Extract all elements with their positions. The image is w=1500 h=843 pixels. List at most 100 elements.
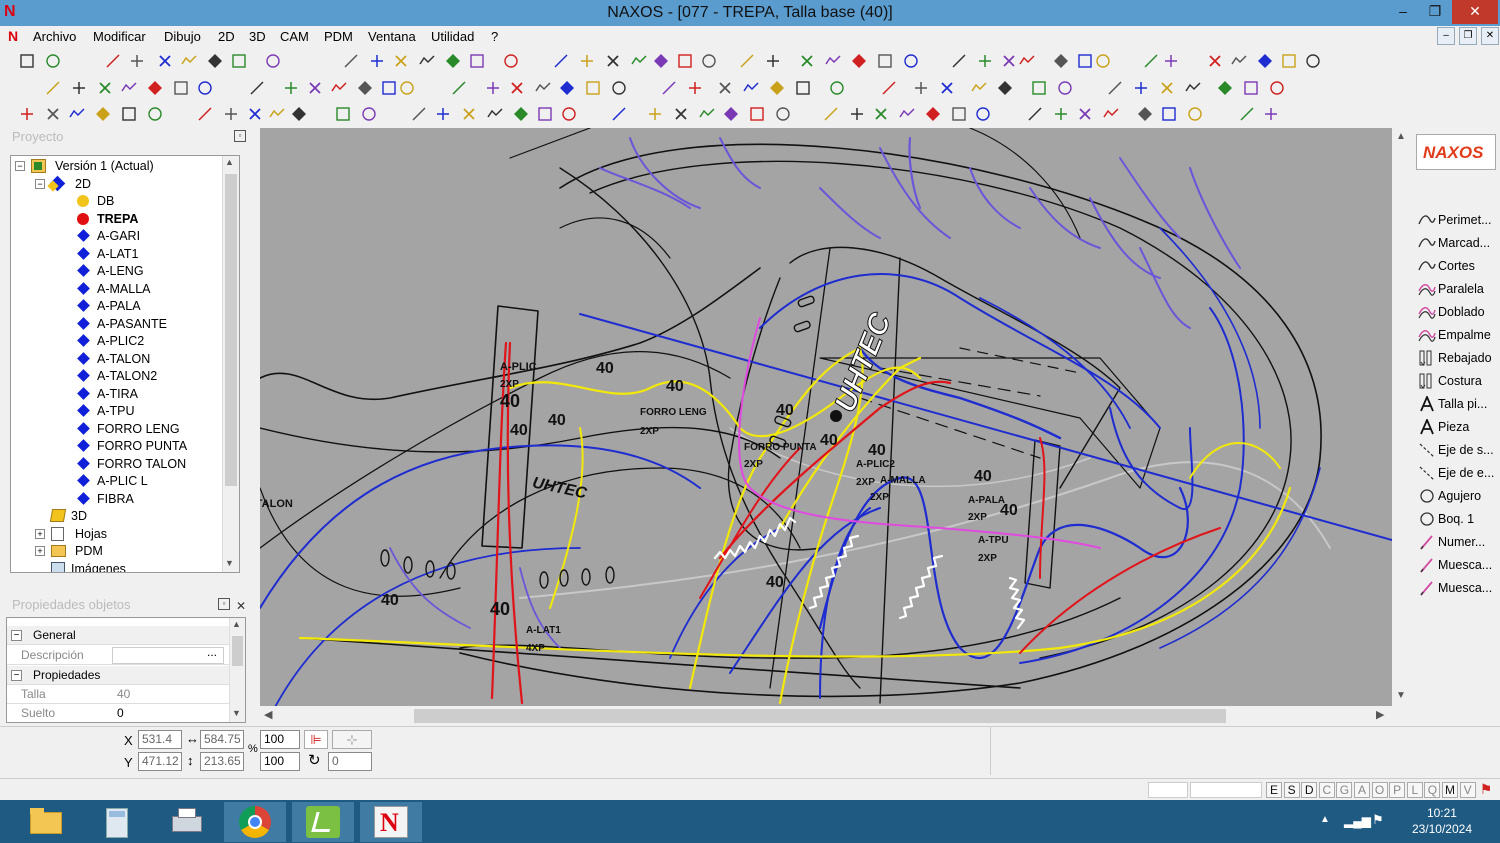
tool-button[interactable] xyxy=(798,52,816,70)
status-toggle-q[interactable]: Q xyxy=(1424,782,1441,798)
menu-modificar[interactable]: Modificar xyxy=(93,29,146,44)
tool-button[interactable] xyxy=(586,105,604,123)
tool-button[interactable] xyxy=(290,52,308,70)
tool-button[interactable] xyxy=(898,105,916,123)
tool-button[interactable] xyxy=(196,105,214,123)
collapse-icon[interactable]: − xyxy=(11,670,22,681)
green-app-icon[interactable] xyxy=(292,802,354,842)
tool-button[interactable] xyxy=(1212,105,1230,123)
tree-scrollbar[interactable]: ▲ ▼ xyxy=(222,156,239,572)
tool-button[interactable] xyxy=(418,52,436,70)
tool-button[interactable] xyxy=(1026,105,1044,123)
tool-button[interactable] xyxy=(774,105,792,123)
collapse-icon[interactable]: − xyxy=(11,630,22,641)
tool-button[interactable] xyxy=(768,79,786,97)
property-row-descripcion[interactable]: Descripción ... xyxy=(7,645,229,665)
tool-cortes-button[interactable]: Cortes xyxy=(1416,255,1500,277)
tool-button[interactable] xyxy=(1076,52,1094,70)
suelto-value[interactable]: 0 xyxy=(117,704,124,722)
tool-button[interactable] xyxy=(630,52,648,70)
tool-button[interactable] xyxy=(636,79,654,97)
status-toggle-e[interactable]: E xyxy=(1266,782,1282,798)
tool-button[interactable] xyxy=(230,52,248,70)
talla-value[interactable]: 40 xyxy=(117,685,130,704)
tool-perimet-button[interactable]: Perimet... xyxy=(1416,209,1500,231)
maximize-button[interactable]: ❐ xyxy=(1418,0,1452,24)
tool-button[interactable] xyxy=(748,105,766,123)
tool-button[interactable] xyxy=(172,79,190,97)
tool-button[interactable] xyxy=(738,52,756,70)
tool-button[interactable] xyxy=(1238,105,1256,123)
menu-utilidad[interactable]: Utilidad xyxy=(431,29,474,44)
tool-button[interactable] xyxy=(68,52,86,70)
close-button[interactable]: ✕ xyxy=(1452,0,1498,24)
tool-costura-button[interactable]: Costura xyxy=(1416,370,1500,392)
tool-eje-de-s-button[interactable]: Eje de s... xyxy=(1416,439,1500,461)
tool-button[interactable] xyxy=(552,52,570,70)
menu-dibujo[interactable]: Dibujo xyxy=(164,29,201,44)
pin-icon[interactable]: ▫ xyxy=(234,130,246,142)
tool-button[interactable] xyxy=(1230,52,1248,70)
tool-button[interactable] xyxy=(1106,79,1124,97)
tool-button[interactable] xyxy=(306,79,324,97)
tool-button[interactable] xyxy=(410,105,428,123)
section-propiedades[interactable]: − Propiedades xyxy=(7,666,229,685)
tool-button[interactable] xyxy=(44,79,62,97)
tool-button[interactable] xyxy=(996,79,1014,97)
tool-button[interactable] xyxy=(950,52,968,70)
tool-button[interactable] xyxy=(970,79,988,97)
tool-button[interactable] xyxy=(248,79,266,97)
menu-2d[interactable]: 2D xyxy=(218,29,235,44)
tool-button[interactable] xyxy=(342,52,360,70)
tool-button[interactable] xyxy=(206,52,224,70)
tool-talla-pi-button[interactable]: Talla pi... xyxy=(1416,393,1500,415)
status-toggle-p[interactable]: P xyxy=(1389,782,1406,798)
tool-button[interactable] xyxy=(196,79,214,97)
expander-icon[interactable]: + xyxy=(35,546,45,556)
mdi-restore-button[interactable]: ❐ xyxy=(1459,27,1477,45)
calculator-icon[interactable] xyxy=(86,802,148,842)
menu-archivo[interactable]: Archivo xyxy=(33,29,76,44)
tool-button[interactable] xyxy=(180,52,198,70)
tool-button[interactable] xyxy=(94,105,112,123)
tool-button[interactable] xyxy=(1132,79,1150,97)
tool-button[interactable] xyxy=(850,52,868,70)
tool-button[interactable] xyxy=(486,105,504,123)
status-toggle-s[interactable]: S xyxy=(1283,782,1300,798)
tool-button[interactable] xyxy=(44,52,62,70)
tool-button[interactable] xyxy=(1304,52,1322,70)
tool-button[interactable] xyxy=(716,79,734,97)
tool-pieza-button[interactable]: Pieza xyxy=(1416,416,1500,438)
tool-button[interactable] xyxy=(1242,79,1260,97)
tool-button[interactable] xyxy=(334,105,352,123)
tool-rebajado-button[interactable]: Rebajado xyxy=(1416,347,1500,369)
tool-button[interactable] xyxy=(528,52,546,70)
tool-button[interactable] xyxy=(1094,52,1112,70)
tool-doblado-button[interactable]: Doblado xyxy=(1416,301,1500,323)
tool-button[interactable] xyxy=(794,79,812,97)
tool-button[interactable] xyxy=(44,105,62,123)
scale-x-field[interactable]: 100 xyxy=(260,730,300,749)
tool-button[interactable] xyxy=(880,79,898,97)
property-row-suelto[interactable]: Suelto 0 xyxy=(7,704,229,722)
tool-button[interactable] xyxy=(1158,79,1176,97)
tool-button[interactable] xyxy=(502,52,520,70)
tool-button[interactable] xyxy=(1136,105,1154,123)
tool-button[interactable] xyxy=(1216,79,1234,97)
tool-button[interactable] xyxy=(156,52,174,70)
expander-icon[interactable]: + xyxy=(35,528,45,539)
tool-button[interactable] xyxy=(764,52,782,70)
tool-marcad-button[interactable]: Marcad... xyxy=(1416,232,1500,254)
tool-button[interactable] xyxy=(686,79,704,97)
tool-button[interactable] xyxy=(974,105,992,123)
tool-button[interactable] xyxy=(584,79,602,97)
tool-button[interactable] xyxy=(828,79,846,97)
menu-cam[interactable]: CAM xyxy=(280,29,309,44)
network-icon[interactable]: ▂▄▆ xyxy=(1344,814,1371,828)
x-coordinate-field[interactable]: 531.4 xyxy=(138,730,182,749)
property-row-talla[interactable]: Talla 40 xyxy=(7,685,229,704)
y-coordinate-field[interactable]: 471.12 xyxy=(138,752,182,771)
tool-empalme-button[interactable]: Empalme xyxy=(1416,324,1500,346)
status-toggle-v[interactable]: V xyxy=(1459,782,1476,798)
status-toggle-g[interactable]: G xyxy=(1336,782,1353,798)
